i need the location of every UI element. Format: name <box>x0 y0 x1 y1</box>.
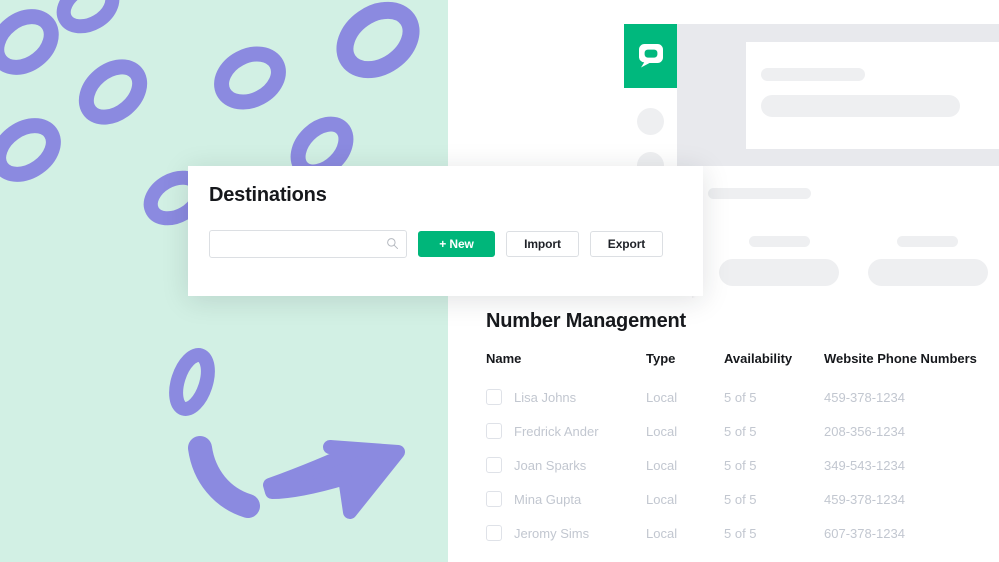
app-mockup-card <box>746 42 999 149</box>
row-type-label: Local <box>646 525 678 541</box>
cell-name: Mina Gupta <box>486 482 646 516</box>
row-type-label: Local <box>646 457 678 473</box>
loop-ring-icon <box>336 1 420 79</box>
row-name-label: Lisa Johns <box>514 389 577 405</box>
table-row: Joan Sparks Local 5 of 5 349-543-1234 <box>486 448 994 482</box>
column-header-phone: Website Phone Numbers <box>824 351 977 366</box>
loop-ring-icon <box>214 46 286 110</box>
row-name-label: Jeromy Sims <box>514 525 590 541</box>
row-checkbox[interactable] <box>486 457 502 473</box>
row-name-label: Joan Sparks <box>514 457 587 473</box>
cell-name: Fredrick Ander <box>486 414 646 448</box>
row-type-label: Local <box>646 491 678 507</box>
numbers-table-head: Name Type Availability Website Phone Num… <box>486 351 994 380</box>
loop-ring-icon <box>0 118 61 182</box>
row-availability-label: 5 of 5 <box>724 423 757 439</box>
loop-ring-icon <box>78 59 148 125</box>
search-icon <box>387 238 399 250</box>
row-type-label: Local <box>646 423 678 439</box>
row-availability-label: 5 of 5 <box>724 457 757 473</box>
export-button[interactable]: Export <box>590 231 663 257</box>
row-name-label: Mina Gupta <box>514 491 582 507</box>
row-phone-label: 607-378-1234 <box>824 525 905 541</box>
column-header-type: Type <box>646 351 676 366</box>
row-availability-label: 5 of 5 <box>724 525 757 541</box>
row-phone-label: 349-543-1234 <box>824 457 905 473</box>
row-checkbox[interactable] <box>486 525 502 541</box>
numbers-table: Name Type Availability Website Phone Num… <box>486 351 994 550</box>
skeleton-field-bar-left <box>719 259 839 286</box>
row-phone-label: 208-356-1234 <box>824 423 905 439</box>
loop-ring-icon <box>169 348 215 416</box>
destinations-card: Destinations + New Import Export <box>188 166 703 296</box>
page-title: Number Management <box>486 310 686 332</box>
row-type-label: Local <box>646 389 678 405</box>
skeleton-heading-bar <box>708 188 811 199</box>
sidebar-nav-placeholder-1[interactable] <box>637 108 664 135</box>
cell-name: Lisa Johns <box>486 380 646 414</box>
loop-ring-icon <box>56 0 120 34</box>
app-logo[interactable] <box>624 24 677 88</box>
lower-skeleton-panel <box>692 166 999 298</box>
destinations-title: Destinations <box>209 184 327 206</box>
new-button[interactable]: + New <box>418 231 495 257</box>
table-header-row: Name Type Availability Website Phone Num… <box>486 351 994 380</box>
column-header-availability: Availability <box>724 351 793 366</box>
row-checkbox[interactable] <box>486 491 502 507</box>
skeleton-label-bar-left <box>749 236 810 247</box>
column-header-name: Name <box>486 351 522 366</box>
import-button[interactable]: Import <box>506 231 579 257</box>
skeleton-field-bar-right <box>868 259 988 286</box>
search-box[interactable] <box>209 230 407 258</box>
chat-bubble-icon <box>638 44 663 68</box>
table-row: Jeromy Sims Local 5 of 5 607-378-1234 <box>486 516 994 550</box>
skeleton-bar-long <box>761 95 960 117</box>
cell-name: Jeromy Sims <box>486 516 646 550</box>
table-row: Mina Gupta Local 5 of 5 459-378-1234 <box>486 482 994 516</box>
row-name-label: Fredrick Ander <box>514 423 599 439</box>
table-row: Lisa Johns Local 5 of 5 459-378-1234 <box>486 380 994 414</box>
app-mockup-body <box>677 24 999 166</box>
number-management-section: Number Management Name Type Availability… <box>486 310 986 550</box>
search-input[interactable] <box>210 231 394 255</box>
row-availability-label: 5 of 5 <box>724 389 757 405</box>
arrow-right-icon <box>263 440 405 519</box>
loop-ring-icon <box>0 9 59 75</box>
row-checkbox[interactable] <box>486 423 502 439</box>
app-mockup <box>624 24 999 190</box>
cell-name: Joan Sparks <box>486 448 646 482</box>
row-checkbox[interactable] <box>486 389 502 405</box>
row-availability-label: 5 of 5 <box>724 491 757 507</box>
skeleton-bar-short <box>761 68 865 81</box>
table-row: Fredrick Ander Local 5 of 5 208-356-1234 <box>486 414 994 448</box>
row-phone-label: 459-378-1234 <box>824 389 905 405</box>
skeleton-label-bar-right <box>897 236 958 247</box>
row-phone-label: 459-378-1234 <box>824 491 905 507</box>
destinations-toolbar: + New Import Export <box>209 230 663 258</box>
numbers-table-body: Lisa Johns Local 5 of 5 459-378-1234 Fredric… <box>486 380 994 550</box>
screenshot-root: Destinations + New Import Export Number … <box>0 0 999 562</box>
crescent-stroke-icon <box>188 436 260 518</box>
